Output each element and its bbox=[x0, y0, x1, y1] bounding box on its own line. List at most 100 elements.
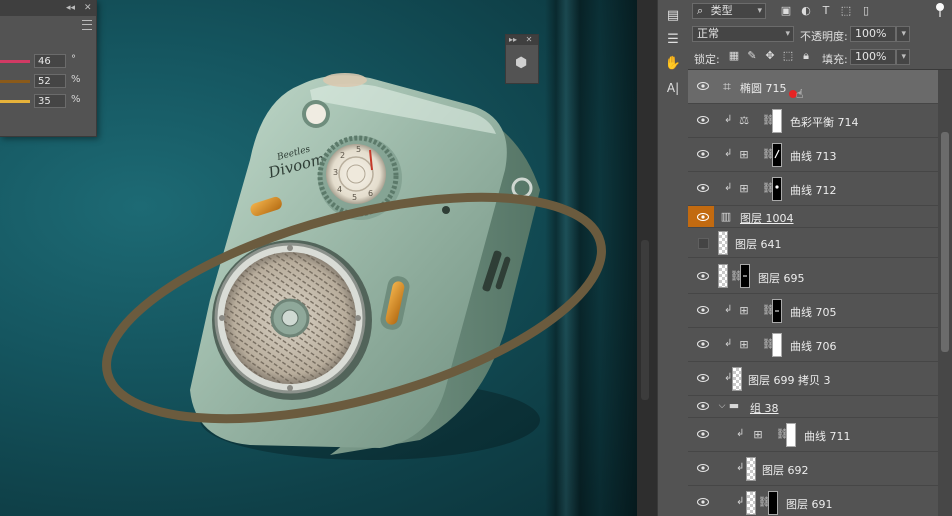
layer-name[interactable]: 图层 691 bbox=[786, 496, 833, 512]
opacity-dropdown[interactable]: ▾ bbox=[896, 26, 910, 42]
layer-name[interactable]: 图层 1004 bbox=[740, 210, 794, 226]
yellow-slider-track[interactable] bbox=[0, 100, 30, 103]
screw bbox=[287, 245, 293, 251]
lightness-value-input[interactable]: 35 bbox=[34, 94, 66, 108]
adjustments-tool-icon[interactable]: ☰ bbox=[658, 28, 688, 52]
mask-link-icon[interactable]: ⛓ bbox=[762, 114, 775, 128]
shape-filter-icon[interactable]: ⬚ bbox=[838, 3, 854, 19]
layer-row[interactable]: ↲ ⛓ 图层 691 bbox=[688, 486, 938, 516]
collapse-icon[interactable]: ◂◂ bbox=[66, 2, 75, 14]
pixel-filter-icon[interactable]: ▣ bbox=[778, 3, 794, 19]
saturation-value-input[interactable]: 52 bbox=[34, 74, 66, 88]
layer-mask-thumbnail[interactable] bbox=[772, 333, 782, 357]
layer-row[interactable]: ⛓ 图层 695 bbox=[688, 258, 938, 294]
filter-toggle-knob[interactable] bbox=[936, 3, 944, 11]
lock-paint-icon[interactable]: ✎ bbox=[744, 48, 760, 64]
layer-name[interactable]: 曲线 706 bbox=[790, 338, 837, 354]
visibility-eye-icon[interactable] bbox=[697, 430, 709, 438]
layers-scrollbar-thumb[interactable] bbox=[941, 132, 949, 352]
close-icon[interactable]: ✕ bbox=[526, 35, 533, 44]
document-canvas[interactable]: Beetles Divoom 2 5 3 4 5 6 ◂◂ ✕ 46 ° 52 … bbox=[0, 0, 637, 516]
visibility-eye-icon[interactable] bbox=[697, 306, 709, 314]
layer-mask-thumbnail[interactable] bbox=[772, 143, 782, 167]
3d-cube-icon[interactable]: ⬢ bbox=[515, 55, 527, 71]
layer-row[interactable]: ↲ ⊞ ⛓ 曲线 706 bbox=[688, 328, 938, 362]
layer-name[interactable]: 椭圆 715 bbox=[740, 80, 787, 96]
layer-filter-select[interactable]: ⌕ 类型 ▾ bbox=[692, 3, 766, 19]
layer-row[interactable]: ↲ 图层 699 拷贝 3 bbox=[688, 362, 938, 396]
mask-link-icon[interactable]: ⛓ bbox=[762, 338, 775, 352]
fill-input[interactable]: 100% bbox=[850, 49, 896, 65]
panel-menu-icon[interactable] bbox=[82, 20, 92, 30]
type-filter-icon[interactable]: T bbox=[818, 3, 834, 19]
fill-dropdown[interactable]: ▾ bbox=[896, 49, 910, 65]
visibility-eye-icon[interactable] bbox=[697, 374, 709, 382]
layer-name[interactable]: 曲线 705 bbox=[790, 304, 837, 320]
visibility-eye-icon[interactable] bbox=[697, 464, 709, 472]
adjustment-filter-icon[interactable]: ◐ bbox=[798, 3, 814, 19]
close-icon[interactable]: ✕ bbox=[84, 2, 92, 14]
clipping-arrow-icon: ↲ bbox=[724, 304, 733, 315]
layer-name[interactable]: 图层 695 bbox=[758, 270, 805, 286]
layer-name[interactable]: 色彩平衡 714 bbox=[790, 114, 859, 130]
visibility-eye-icon[interactable] bbox=[697, 213, 709, 221]
visibility-off-box[interactable] bbox=[698, 238, 709, 249]
layer-name[interactable]: 组 38 bbox=[750, 400, 779, 416]
layer-group-row[interactable]: ⌵ ▬ 组 38 bbox=[688, 396, 938, 418]
mask-link-icon[interactable]: ⛓ bbox=[776, 428, 789, 442]
percent-unit: % bbox=[71, 94, 81, 105]
layer-mask-thumbnail[interactable] bbox=[768, 491, 778, 515]
layer-mask-thumbnail[interactable] bbox=[786, 423, 796, 447]
layer-row[interactable]: ⌗ 椭圆 715 ☝ bbox=[688, 70, 938, 104]
layer-row[interactable]: ↲ ⊞ ⛓ 曲线 711 bbox=[688, 418, 938, 452]
visibility-eye-icon[interactable] bbox=[697, 272, 709, 280]
opacity-input[interactable]: 100% bbox=[850, 26, 896, 42]
mask-link-icon[interactable]: ⛓ bbox=[762, 182, 775, 196]
layer-row[interactable]: 图层 641 bbox=[688, 228, 938, 258]
layer-name[interactable]: 图层 641 bbox=[735, 236, 782, 252]
lock-all-icon[interactable]: 🔒︎ bbox=[798, 48, 814, 64]
visibility-eye-icon[interactable] bbox=[697, 498, 709, 506]
layer-row[interactable]: ↲ ⊞ ⛓ 曲线 705 bbox=[688, 294, 938, 328]
layer-name[interactable]: 图层 699 拷贝 3 bbox=[748, 372, 830, 388]
layer-thumbnail bbox=[732, 367, 742, 391]
canvas-scroll-gutter bbox=[637, 0, 657, 516]
lock-transparent-icon[interactable]: ▦ bbox=[726, 48, 742, 64]
smart-object-filter-icon[interactable]: ▯ bbox=[858, 3, 874, 19]
character-tool-icon[interactable]: A| bbox=[658, 76, 688, 100]
magenta-slider-track[interactable] bbox=[0, 60, 30, 63]
layer-row[interactable]: ↲ 图层 692 bbox=[688, 452, 938, 486]
visibility-eye-icon[interactable] bbox=[697, 150, 709, 158]
mask-link-icon[interactable]: ⛓ bbox=[758, 496, 771, 510]
layers-scrollbar-track[interactable] bbox=[938, 70, 952, 516]
visibility-eye-icon[interactable] bbox=[697, 82, 709, 90]
swatches-tool-icon[interactable]: ▤ bbox=[658, 4, 688, 28]
layer-name[interactable]: 图层 692 bbox=[762, 462, 809, 478]
visibility-eye-icon[interactable] bbox=[697, 116, 709, 124]
layer-mask-thumbnail[interactable] bbox=[772, 109, 782, 133]
layer-mask-thumbnail[interactable] bbox=[740, 264, 750, 288]
layer-row[interactable]: ↲ ⊞ ⛓ 曲线 713 bbox=[688, 138, 938, 172]
lock-move-icon[interactable]: ✥ bbox=[762, 48, 778, 64]
collapse-icon[interactable]: ▸▸ bbox=[509, 35, 517, 44]
layer-name[interactable]: 曲线 713 bbox=[790, 148, 837, 164]
brown-slider-track[interactable] bbox=[0, 80, 30, 83]
layer-name[interactable]: 曲线 712 bbox=[790, 182, 837, 198]
mask-link-icon[interactable]: ⛓ bbox=[762, 148, 775, 162]
blend-mode-select[interactable]: 正常 ▾ bbox=[692, 26, 794, 42]
mask-link-icon[interactable]: ⛓ bbox=[762, 304, 775, 318]
hue-value-input[interactable]: 46 bbox=[34, 54, 66, 68]
lock-artboard-icon[interactable]: ⬚ bbox=[780, 48, 796, 64]
layer-mask-thumbnail[interactable] bbox=[772, 299, 782, 323]
mask-link-icon[interactable]: ⛓ bbox=[730, 270, 743, 284]
layer-row[interactable]: ↲ ⊞ ⛓ 曲线 712 bbox=[688, 172, 938, 206]
puppet-tool-icon[interactable]: ✋ bbox=[658, 52, 688, 76]
visibility-eye-icon[interactable] bbox=[697, 402, 709, 410]
layer-name[interactable]: 曲线 711 bbox=[804, 428, 851, 444]
layer-mask-thumbnail[interactable] bbox=[772, 177, 782, 201]
visibility-eye-icon[interactable] bbox=[697, 340, 709, 348]
layer-row[interactable]: ↲ ⚖ ⛓ 色彩平衡 714 bbox=[688, 104, 938, 138]
vertical-scrollbar[interactable] bbox=[641, 240, 649, 400]
layer-row[interactable]: ▥ 图层 1004 bbox=[688, 206, 938, 228]
visibility-eye-icon[interactable] bbox=[697, 184, 709, 192]
